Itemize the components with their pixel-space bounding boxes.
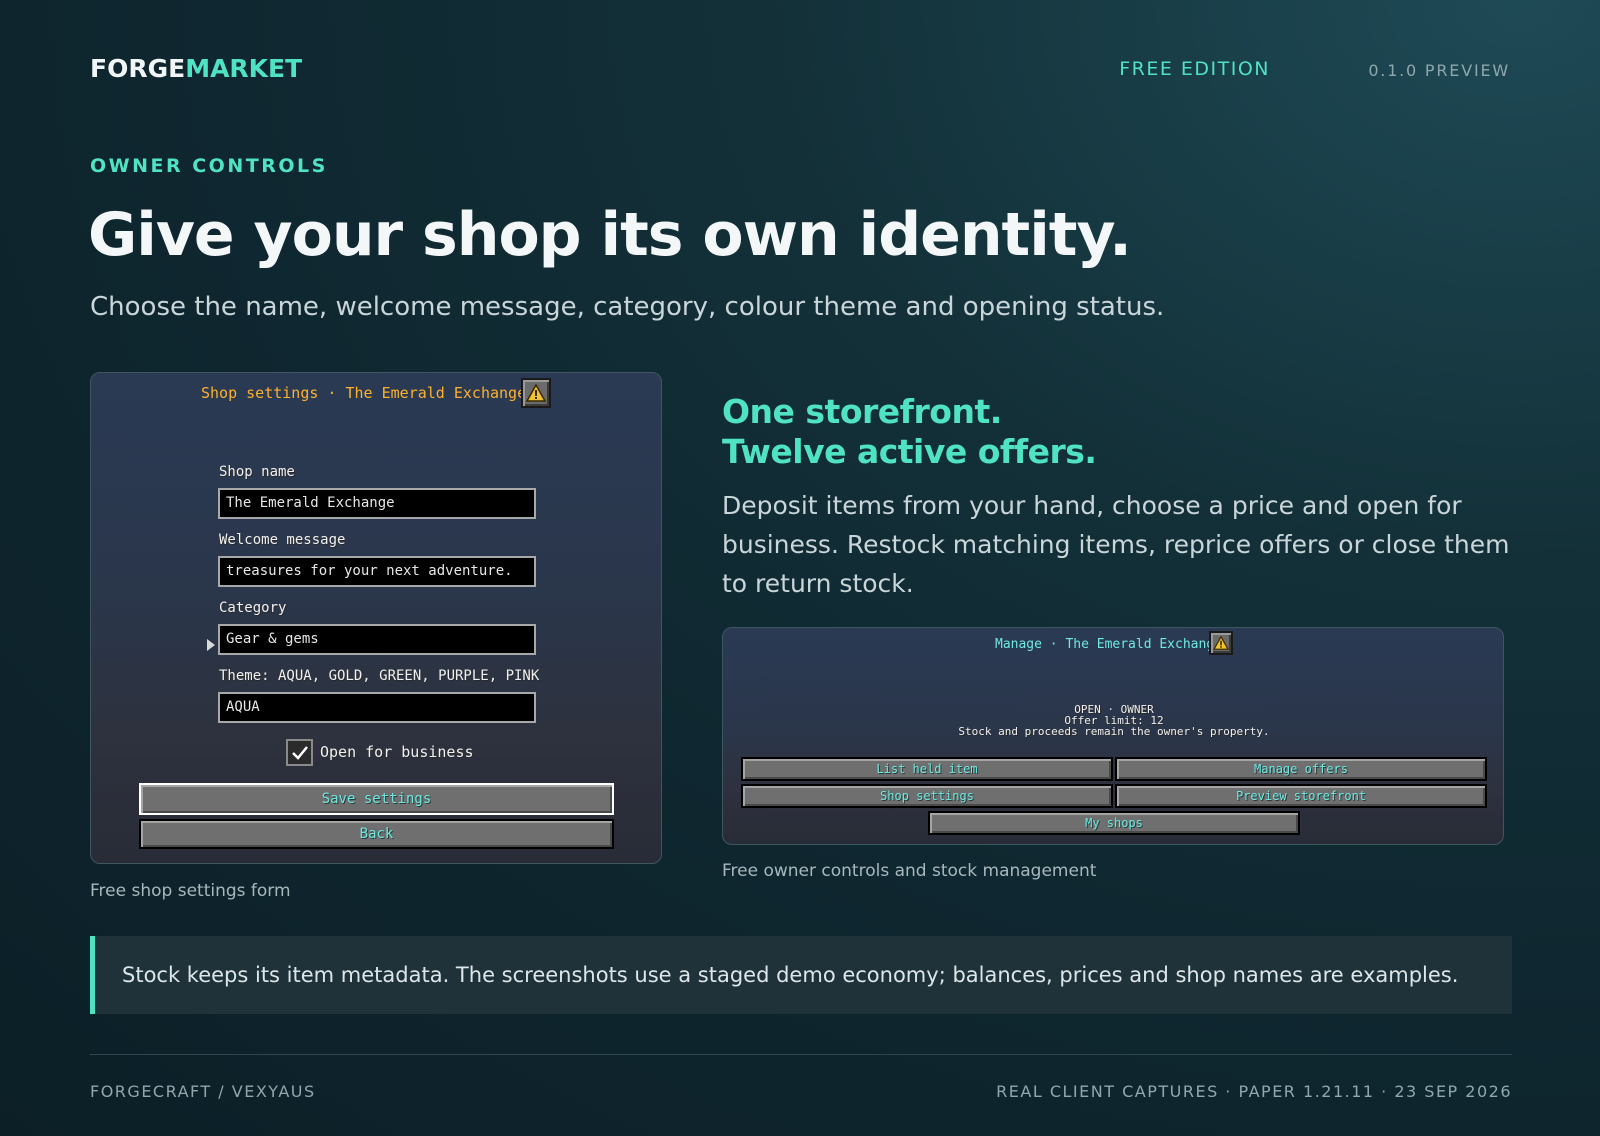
footer-divider bbox=[90, 1054, 1512, 1055]
manage-caption: Free owner controls and stock management bbox=[722, 861, 1097, 881]
shop-name-label: Shop name bbox=[219, 464, 295, 480]
open-for-business-checkbox[interactable] bbox=[286, 739, 313, 766]
page-headline: Give your shop its own identity. bbox=[88, 200, 1132, 270]
preview-storefront-button[interactable]: Preview storefront bbox=[1115, 784, 1487, 808]
mouse-cursor-icon bbox=[207, 639, 215, 651]
settings-caption: Free shop settings form bbox=[90, 881, 291, 901]
footer-credits: FORGECRAFT / VEXYAUS bbox=[90, 1082, 316, 1101]
list-held-item-button[interactable]: List held item bbox=[741, 757, 1113, 781]
welcome-message-field[interactable]: treasures for your next adventure. bbox=[218, 556, 536, 587]
status-line-ownership: Stock and proceeds remain the owner's pr… bbox=[958, 725, 1270, 738]
checkmark-icon bbox=[291, 745, 308, 760]
theme-label: Theme: AQUA, GOLD, GREEN, PURPLE, PINK bbox=[219, 668, 540, 684]
demo-economy-note: Stock keeps its item metadata. The scree… bbox=[90, 936, 1512, 1014]
save-settings-button[interactable]: Save settings bbox=[139, 783, 614, 815]
warning-icon[interactable] bbox=[1209, 631, 1233, 655]
back-button[interactable]: Back bbox=[139, 819, 614, 849]
brand-logo[interactable]: FORGEMARKET bbox=[90, 54, 302, 83]
manage-offers-button[interactable]: Manage offers bbox=[1115, 757, 1487, 781]
storefront-heading: One storefront. Twelve active offers. bbox=[722, 392, 1097, 472]
welcome-message-label: Welcome message bbox=[219, 532, 346, 548]
shop-settings-button[interactable]: Shop settings bbox=[741, 784, 1113, 808]
edition-label: FREE EDITION bbox=[1119, 58, 1270, 80]
storefront-heading-line1: One storefront. bbox=[722, 392, 1002, 431]
warning-icon[interactable] bbox=[521, 378, 551, 408]
category-label: Category bbox=[219, 600, 287, 616]
storefront-heading-line2: Twelve active offers. bbox=[722, 432, 1097, 471]
version-label: 0.1.0 PREVIEW bbox=[1368, 61, 1510, 80]
theme-field[interactable]: AQUA bbox=[218, 692, 536, 723]
my-shops-button[interactable]: My shops bbox=[928, 811, 1300, 835]
shop-name-field[interactable]: The Emerald Exchange bbox=[218, 488, 536, 519]
manage-shop-screenshot: Manage · The Emerald Exchange OPEN · OWN… bbox=[722, 627, 1504, 845]
brand-part-market: MARKET bbox=[185, 54, 303, 83]
open-for-business-label: Open for business bbox=[320, 743, 474, 761]
manage-gui-title: Manage · The Emerald Exchange bbox=[995, 637, 1222, 652]
settings-gui-title: Shop settings · The Emerald Exchange bbox=[201, 384, 527, 402]
section-eyebrow: OWNER CONTROLS bbox=[90, 155, 328, 177]
storefront-body: Deposit items from your hand, choose a p… bbox=[722, 491, 1510, 598]
shop-settings-screenshot: Shop settings · The Emerald Exchange Sho… bbox=[90, 372, 662, 864]
footer-capture-info: REAL CLIENT CAPTURES · PAPER 1.21.11 · 2… bbox=[996, 1082, 1512, 1101]
brand-part-forge: FORGE bbox=[90, 54, 186, 83]
shop-status-block: OPEN · OWNER Offer limit: 12 Stock and p… bbox=[723, 704, 1503, 738]
category-field[interactable]: Gear & gems bbox=[218, 624, 536, 655]
page-subhead: Choose the name, welcome message, catego… bbox=[90, 292, 1165, 322]
